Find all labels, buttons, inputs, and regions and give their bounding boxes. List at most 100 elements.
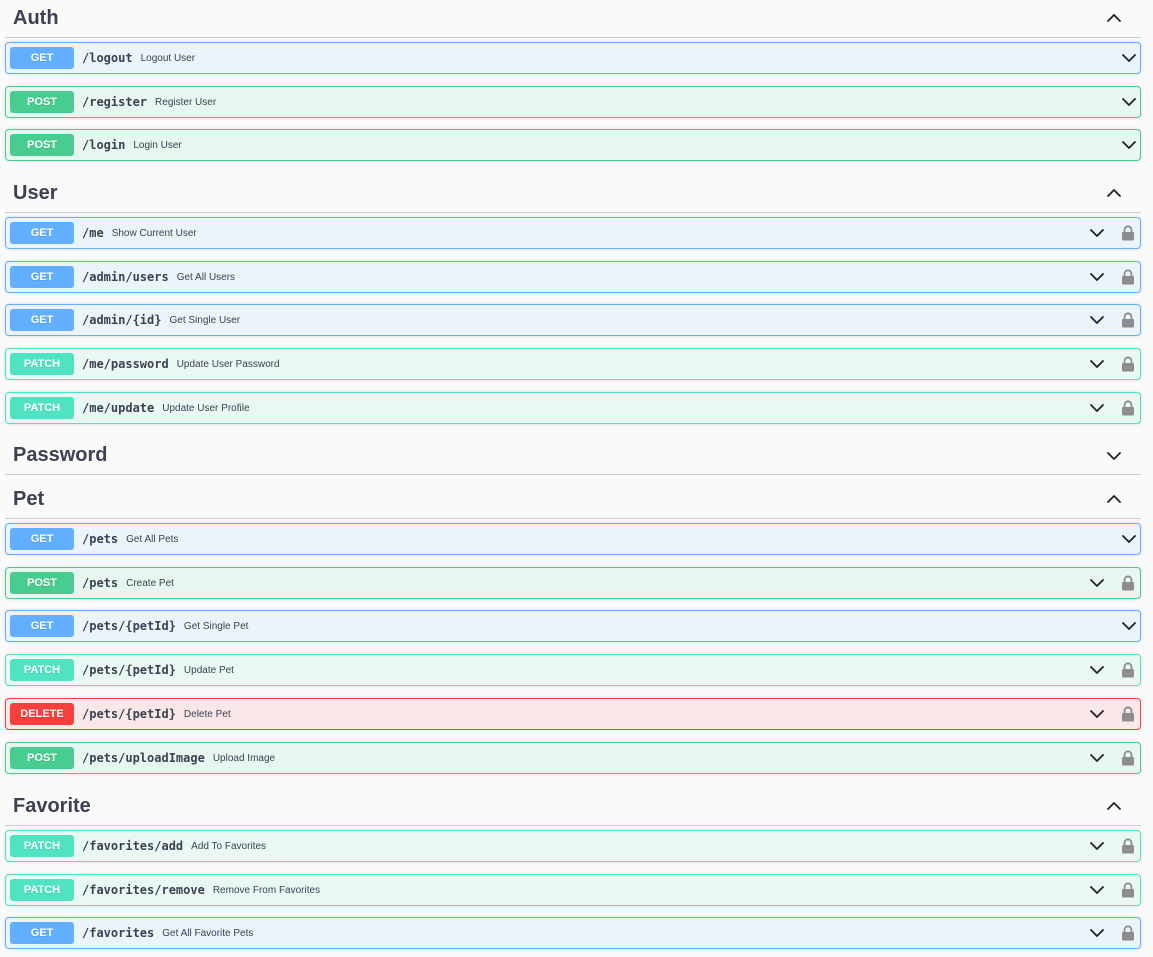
operation-get-row[interactable]: GET/me Show Current User xyxy=(5,217,1141,249)
operation-path: /pets xyxy=(82,532,119,546)
tag-title: Password xyxy=(13,444,108,466)
operation-patch-row[interactable]: PATCH/me/password Update User Password xyxy=(5,348,1141,380)
chevron-down-icon[interactable] xyxy=(1088,268,1106,286)
operation-summary: Get All Pets xyxy=(126,533,179,545)
lock-icon[interactable] xyxy=(1120,881,1136,899)
operation-get-row[interactable]: GET/pets Get All Pets xyxy=(5,523,1141,555)
operation-summary: Update Pet xyxy=(183,664,234,676)
lock-icon[interactable] xyxy=(1120,574,1136,592)
chevron-down-icon[interactable] xyxy=(1088,311,1106,329)
tag-header-user[interactable]: User xyxy=(5,175,1141,213)
chevron-down-icon[interactable] xyxy=(1120,136,1138,154)
operation-patch-row[interactable]: PATCH/favorites/remove Remove From Favori… xyxy=(5,874,1141,906)
operation-summary: Show Current User xyxy=(111,227,197,239)
method-badge: POST xyxy=(10,572,74,594)
operation-post-row[interactable]: POST/login Login User xyxy=(5,129,1141,161)
operation-summary: Get Single Pet xyxy=(183,620,249,632)
chevron-down-icon[interactable] xyxy=(1120,530,1138,548)
operation-get-row[interactable]: GET/pets/{petId} Get Single Pet xyxy=(5,610,1141,642)
tag-header-favorite[interactable]: Favorite xyxy=(5,788,1141,826)
tag-title: Favorite xyxy=(13,795,91,817)
lock-icon[interactable] xyxy=(1120,399,1136,417)
chevron-down-icon[interactable] xyxy=(1103,445,1125,467)
chevron-down-icon[interactable] xyxy=(1088,837,1106,855)
operation-patch-row[interactable]: PATCH/pets/{petId} Update Pet xyxy=(5,654,1141,686)
method-badge: GET xyxy=(10,266,74,288)
operation-path: /pets/{petId} xyxy=(82,707,176,721)
chevron-down-icon[interactable] xyxy=(1120,617,1138,635)
method-badge: GET xyxy=(10,309,74,331)
chevron-down-icon[interactable] xyxy=(1088,924,1106,942)
tag-header-password[interactable]: Password xyxy=(5,437,1141,475)
tag-title: User xyxy=(13,182,58,204)
operation-delete-row[interactable]: DELETE/pets/{petId} Delete Pet xyxy=(5,698,1141,730)
chevron-down-icon[interactable] xyxy=(1088,705,1106,723)
tag-section-favorite: Favorite xyxy=(5,788,1141,826)
tag-title: Auth xyxy=(13,7,59,29)
lock-icon[interactable] xyxy=(1120,749,1136,767)
operation-get-row[interactable]: GET/favorites Get All Favorite Pets xyxy=(5,917,1141,949)
tag-section-pet: Pet xyxy=(5,481,1141,519)
chevron-up-icon[interactable] xyxy=(1103,8,1125,30)
method-badge: PATCH xyxy=(10,659,74,681)
lock-icon[interactable] xyxy=(1120,661,1136,679)
method-badge: GET xyxy=(10,47,74,69)
chevron-up-icon[interactable] xyxy=(1103,489,1125,511)
operation-summary: Logout User xyxy=(140,52,196,64)
operation-post-row[interactable]: POST/pets/uploadImage Upload Image xyxy=(5,742,1141,774)
operation-path: /login xyxy=(82,138,126,152)
operation-path: /logout xyxy=(82,51,133,65)
operation-summary: Create Pet xyxy=(126,577,174,589)
chevron-down-icon[interactable] xyxy=(1088,881,1106,899)
operation-path: /favorites xyxy=(82,926,155,940)
operation-patch-row[interactable]: PATCH/favorites/add Add To Favorites xyxy=(5,830,1141,862)
method-badge: DELETE xyxy=(10,703,74,725)
tag-section-auth: Auth xyxy=(5,0,1141,38)
tag-title: Pet xyxy=(13,488,45,510)
operation-post-row[interactable]: POST/pets Create Pet xyxy=(5,567,1141,599)
operation-path: /pets xyxy=(82,576,119,590)
operation-summary: Delete Pet xyxy=(183,708,231,720)
operation-patch-row[interactable]: PATCH/me/update Update User Profile xyxy=(5,392,1141,424)
operation-summary: Get All Users xyxy=(176,271,236,283)
method-badge: POST xyxy=(10,747,74,769)
tag-section-password: Password xyxy=(5,437,1141,475)
lock-icon[interactable] xyxy=(1120,311,1136,329)
lock-icon[interactable] xyxy=(1120,355,1136,373)
method-badge: GET xyxy=(10,922,74,944)
operation-summary: Login User xyxy=(133,139,182,151)
operation-path: /admin/users xyxy=(82,270,169,284)
chevron-down-icon[interactable] xyxy=(1088,224,1106,242)
operation-summary: Get All Favorite Pets xyxy=(162,927,254,939)
chevron-down-icon[interactable] xyxy=(1088,661,1106,679)
operation-path: /pets/{petId} xyxy=(82,619,176,633)
chevron-down-icon[interactable] xyxy=(1088,399,1106,417)
chevron-up-icon[interactable] xyxy=(1103,796,1125,818)
operation-get-row[interactable]: GET/admin/users Get All Users xyxy=(5,261,1141,293)
method-badge: POST xyxy=(10,91,74,113)
operation-path: /register xyxy=(82,95,148,109)
tag-header-auth[interactable]: Auth xyxy=(5,0,1141,38)
lock-icon[interactable] xyxy=(1120,268,1136,286)
operation-post-row[interactable]: POST/register Register User xyxy=(5,86,1141,118)
operation-path: /me xyxy=(82,226,104,240)
method-badge: GET xyxy=(10,615,74,637)
lock-icon[interactable] xyxy=(1120,705,1136,723)
method-badge: GET xyxy=(10,528,74,550)
operation-summary: Register User xyxy=(155,96,217,108)
chevron-down-icon[interactable] xyxy=(1088,574,1106,592)
method-badge: POST xyxy=(10,134,74,156)
operation-get-row[interactable]: GET/admin/{id} Get Single User xyxy=(5,304,1141,336)
lock-icon[interactable] xyxy=(1120,224,1136,242)
chevron-up-icon[interactable] xyxy=(1103,183,1125,205)
chevron-down-icon[interactable] xyxy=(1120,49,1138,67)
lock-icon[interactable] xyxy=(1120,924,1136,942)
tag-header-pet[interactable]: Pet xyxy=(5,481,1141,519)
chevron-down-icon[interactable] xyxy=(1088,749,1106,767)
lock-icon[interactable] xyxy=(1120,837,1136,855)
operation-summary: Upload Image xyxy=(212,752,276,764)
operation-get-row[interactable]: GET/logout Logout User xyxy=(5,42,1141,74)
chevron-down-icon[interactable] xyxy=(1088,355,1106,373)
operation-path: /admin/{id} xyxy=(82,313,162,327)
chevron-down-icon[interactable] xyxy=(1120,93,1138,111)
